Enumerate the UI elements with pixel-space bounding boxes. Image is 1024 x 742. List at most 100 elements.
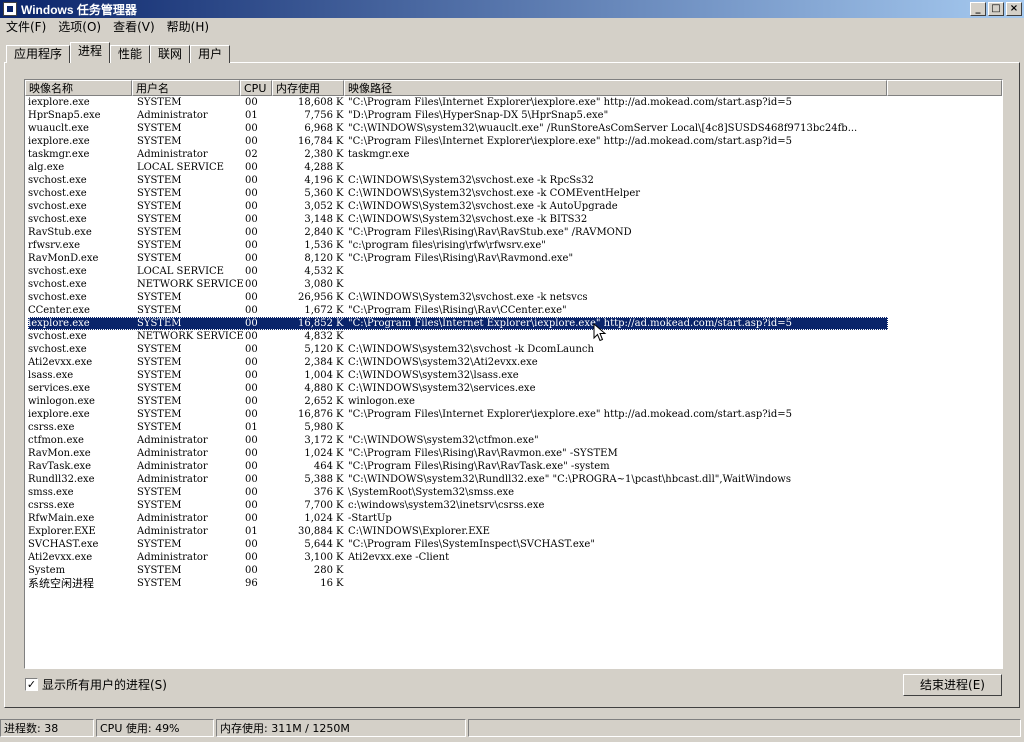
cell-image-path: "C:\Program Files\Internet Explorer\iexp…	[348, 409, 792, 420]
tab-applications[interactable]: 应用程序	[6, 45, 71, 63]
cell-memory: 1,672	[304, 305, 333, 316]
table-row[interactable]: iexplore.exe SYSTEM 00 16,852 K "C:\Program F…	[28, 317, 888, 330]
table-row[interactable]: System SYSTEM 00 280 K	[28, 564, 888, 577]
table-row[interactable]: svchost.exe LOCAL SERVICE 00 4,532 K	[28, 265, 888, 278]
table-row[interactable]: RfwMain.exe Administrator 00 1,024 K -StartU…	[28, 512, 888, 525]
column-header-image-name[interactable]: 映像名称	[25, 80, 132, 96]
cell-cpu: 00	[245, 474, 258, 485]
table-row[interactable]: svchost.exe NETWORK SERVICE 00 3,080 K	[28, 278, 888, 291]
cell-user-name: SYSTEM	[137, 409, 182, 420]
cell-memory: 4,288	[304, 162, 333, 173]
table-row[interactable]: Rundll32.exe Administrator 00 5,388 K "C:\WIN…	[28, 473, 888, 486]
table-row[interactable]: svchost.exe SYSTEM 00 3,148 K C:\WINDOWS\Syst…	[28, 213, 888, 226]
menu-view[interactable]: 查看(V)	[107, 18, 161, 37]
process-rows: iexplore.exe SYSTEM 00 18,608 K "C:\Program F…	[28, 96, 888, 590]
cell-image-name: RfwMain.exe	[28, 513, 95, 524]
column-header-image-path[interactable]: 映像路径	[344, 80, 887, 96]
close-button[interactable]: ×	[1006, 2, 1022, 16]
table-row[interactable]: SVCHAST.exe SYSTEM 00 5,644 K "C:\Program Fil…	[28, 538, 888, 551]
cell-cpu: 00	[245, 266, 258, 277]
table-row[interactable]: svchost.exe SYSTEM 00 5,120 K C:\WINDOWS\syst…	[28, 343, 888, 356]
table-row[interactable]: iexplore.exe SYSTEM 00 16,784 K "C:\Program F…	[28, 135, 888, 148]
cell-cpu: 00	[245, 279, 258, 290]
column-header-user-name[interactable]: 用户名	[132, 80, 240, 96]
tab-performance[interactable]: 性能	[110, 45, 151, 63]
cell-cpu: 00	[245, 175, 258, 186]
cell-cpu: 01	[245, 526, 258, 537]
tab-processes[interactable]: 进程	[70, 42, 111, 63]
cell-image-path: "C:\Program Files\Rising\Rav\RavStub.exe…	[348, 227, 632, 238]
cell-image-path: C:\WINDOWS\System32\svchost.exe -k COMEv…	[348, 188, 641, 199]
cell-image-path	[345, 564, 885, 577]
table-row[interactable]: alg.exe LOCAL SERVICE 00 4,288 K	[28, 161, 888, 174]
cell-image-path: "C:\Program Files\Rising\Rav\CCenter.exe…	[348, 305, 567, 316]
cell-cpu: 02	[245, 149, 258, 160]
minimize-button[interactable]: _	[970, 2, 986, 16]
table-row[interactable]: lsass.exe SYSTEM 00 1,004 K C:\WINDOWS\system…	[28, 369, 888, 382]
table-row[interactable]: taskmgr.exe Administrator 02 2,380 Ktaskmgr.…	[28, 148, 888, 161]
tab-users[interactable]: 用户	[190, 45, 231, 63]
cell-image-name: services.exe	[28, 383, 90, 394]
table-row[interactable]: RavStub.exe SYSTEM 00 2,840 K "C:\Program Fil…	[28, 226, 888, 239]
cell-user-name: SYSTEM	[137, 383, 182, 394]
cell-cpu: 00	[245, 370, 258, 381]
cell-user-name: SYSTEM	[137, 500, 182, 511]
table-row[interactable]: services.exe SYSTEM 00 4,880 K C:\WINDOWS\sys…	[28, 382, 888, 395]
table-row[interactable]: svchost.exe SYSTEM 00 3,052 K C:\WINDOWS\Syst…	[28, 200, 888, 213]
table-row[interactable]: Ati2evxx.exe Administrator 00 3,100 K Ati2evx…	[28, 551, 888, 564]
cell-cpu: 00	[245, 188, 258, 199]
cell-memory: 5,120	[304, 344, 333, 355]
end-process-button[interactable]: 结束进程(E)	[903, 674, 1002, 696]
cell-memory: 5,388	[304, 474, 333, 485]
cell-image-path: C:\WINDOWS\System32\svchost.exe -k BITS3…	[348, 214, 588, 225]
cell-user-name: Administrator	[137, 435, 208, 446]
menu-options[interactable]: 选项(O)	[52, 18, 107, 37]
cell-memory: 4,532	[304, 266, 333, 277]
table-row[interactable]: Ati2evxx.exe SYSTEM 00 2,384 K C:\WINDOWS\sys…	[28, 356, 888, 369]
table-row[interactable]: ctfmon.exe Administrator 00 3,172 K "C:\WINDO…	[28, 434, 888, 447]
process-list[interactable]: 映像名称 用户名 CPU 内存使用 映像路径 iexplore.exe SYSTE…	[24, 79, 1003, 669]
menu-file[interactable]: 文件(F)	[0, 18, 52, 37]
cell-cpu: 00	[245, 123, 258, 134]
table-row[interactable]: iexplore.exe SYSTEM 00 16,876 K "C:\Program F…	[28, 408, 888, 421]
table-row[interactable]: iexplore.exe SYSTEM 00 18,608 K "C:\Program F…	[28, 96, 888, 109]
table-row[interactable]: csrss.exe SYSTEM 00 7,700 Kc:\windows\system…	[28, 499, 888, 512]
table-row[interactable]: CCenter.exe SYSTEM 00 1,672 K "C:\Program Fil…	[28, 304, 888, 317]
table-row[interactable]: svchost.exe SYSTEM 00 5,360 K C:\WINDOWS\Syst…	[28, 187, 888, 200]
show-all-users-option[interactable]: ✓ 显示所有用户的进程(S)	[25, 676, 167, 693]
table-row[interactable]: RavTask.exe Administrator 00 464 K "C:\Progra…	[28, 460, 888, 473]
maximize-button[interactable]: □	[988, 2, 1004, 16]
show-all-users-checkbox[interactable]: ✓	[25, 678, 38, 691]
cell-image-path: -StartUp	[348, 513, 392, 524]
cell-image-path: "C:\Program Files\Internet Explorer\iexp…	[348, 318, 792, 329]
table-row[interactable]: svchost.exe SYSTEM 00 4,196 K C:\WINDOWS\Syst…	[28, 174, 888, 187]
table-row[interactable]: smss.exe SYSTEM 00 376 K \SystemRoot\System32…	[28, 486, 888, 499]
column-header-cpu[interactable]: CPU	[240, 80, 272, 96]
title-bar[interactable]: Windows 任务管理器 _ □ ×	[0, 0, 1024, 18]
table-row[interactable]: HprSnap5.exe Administrator 01 7,756 K "D:\Pro…	[28, 109, 888, 122]
menu-help[interactable]: 帮助(H)	[161, 18, 215, 37]
cell-user-name: Administrator	[137, 513, 208, 524]
table-row[interactable]: winlogon.exe SYSTEM 00 2,652 Kwinlogon.exe	[28, 395, 888, 408]
cell-cpu: 00	[245, 344, 258, 355]
status-empty-pane	[468, 719, 1021, 737]
table-row[interactable]: csrss.exe SYSTEM 01 5,980 K	[28, 421, 888, 434]
table-row[interactable]: wuauclt.exe SYSTEM 00 6,968 K "C:\WINDOWS\sys…	[28, 122, 888, 135]
cell-image-path: winlogon.exe	[348, 396, 415, 407]
cell-user-name: NETWORK SERVICE	[137, 279, 244, 290]
cell-user-name: SYSTEM	[137, 201, 182, 212]
cell-memory-unit: K	[336, 409, 344, 420]
cell-image-name: iexplore.exe	[28, 97, 90, 108]
column-header-blank[interactable]	[887, 80, 1002, 96]
table-row[interactable]: svchost.exe NETWORK SERVICE 00 4,832 K	[28, 330, 888, 343]
column-header-memory[interactable]: 内存使用	[272, 80, 344, 96]
table-row[interactable]: RavMon.exe Administrator 00 1,024 K "C:\Progr…	[28, 447, 888, 460]
table-row[interactable]: 系统空闲进程 SYSTEM 96 16 K	[28, 577, 888, 590]
table-row[interactable]: svchost.exe SYSTEM 00 26,956 K C:\WINDOWS\Sys…	[28, 291, 888, 304]
table-row[interactable]: RavMonD.exe SYSTEM 00 8,120 K "C:\Program Fil…	[28, 252, 888, 265]
cell-image-path: C:\WINDOWS\system32\lsass.exe	[348, 370, 519, 381]
table-row[interactable]: rfwsrv.exe SYSTEM 00 1,536 K "c:\program file…	[28, 239, 888, 252]
table-row[interactable]: Explorer.EXE Administrator 01 30,884 K C:\WIN…	[28, 525, 888, 538]
cell-user-name: SYSTEM	[137, 396, 182, 407]
tab-networking[interactable]: 联网	[150, 45, 191, 63]
